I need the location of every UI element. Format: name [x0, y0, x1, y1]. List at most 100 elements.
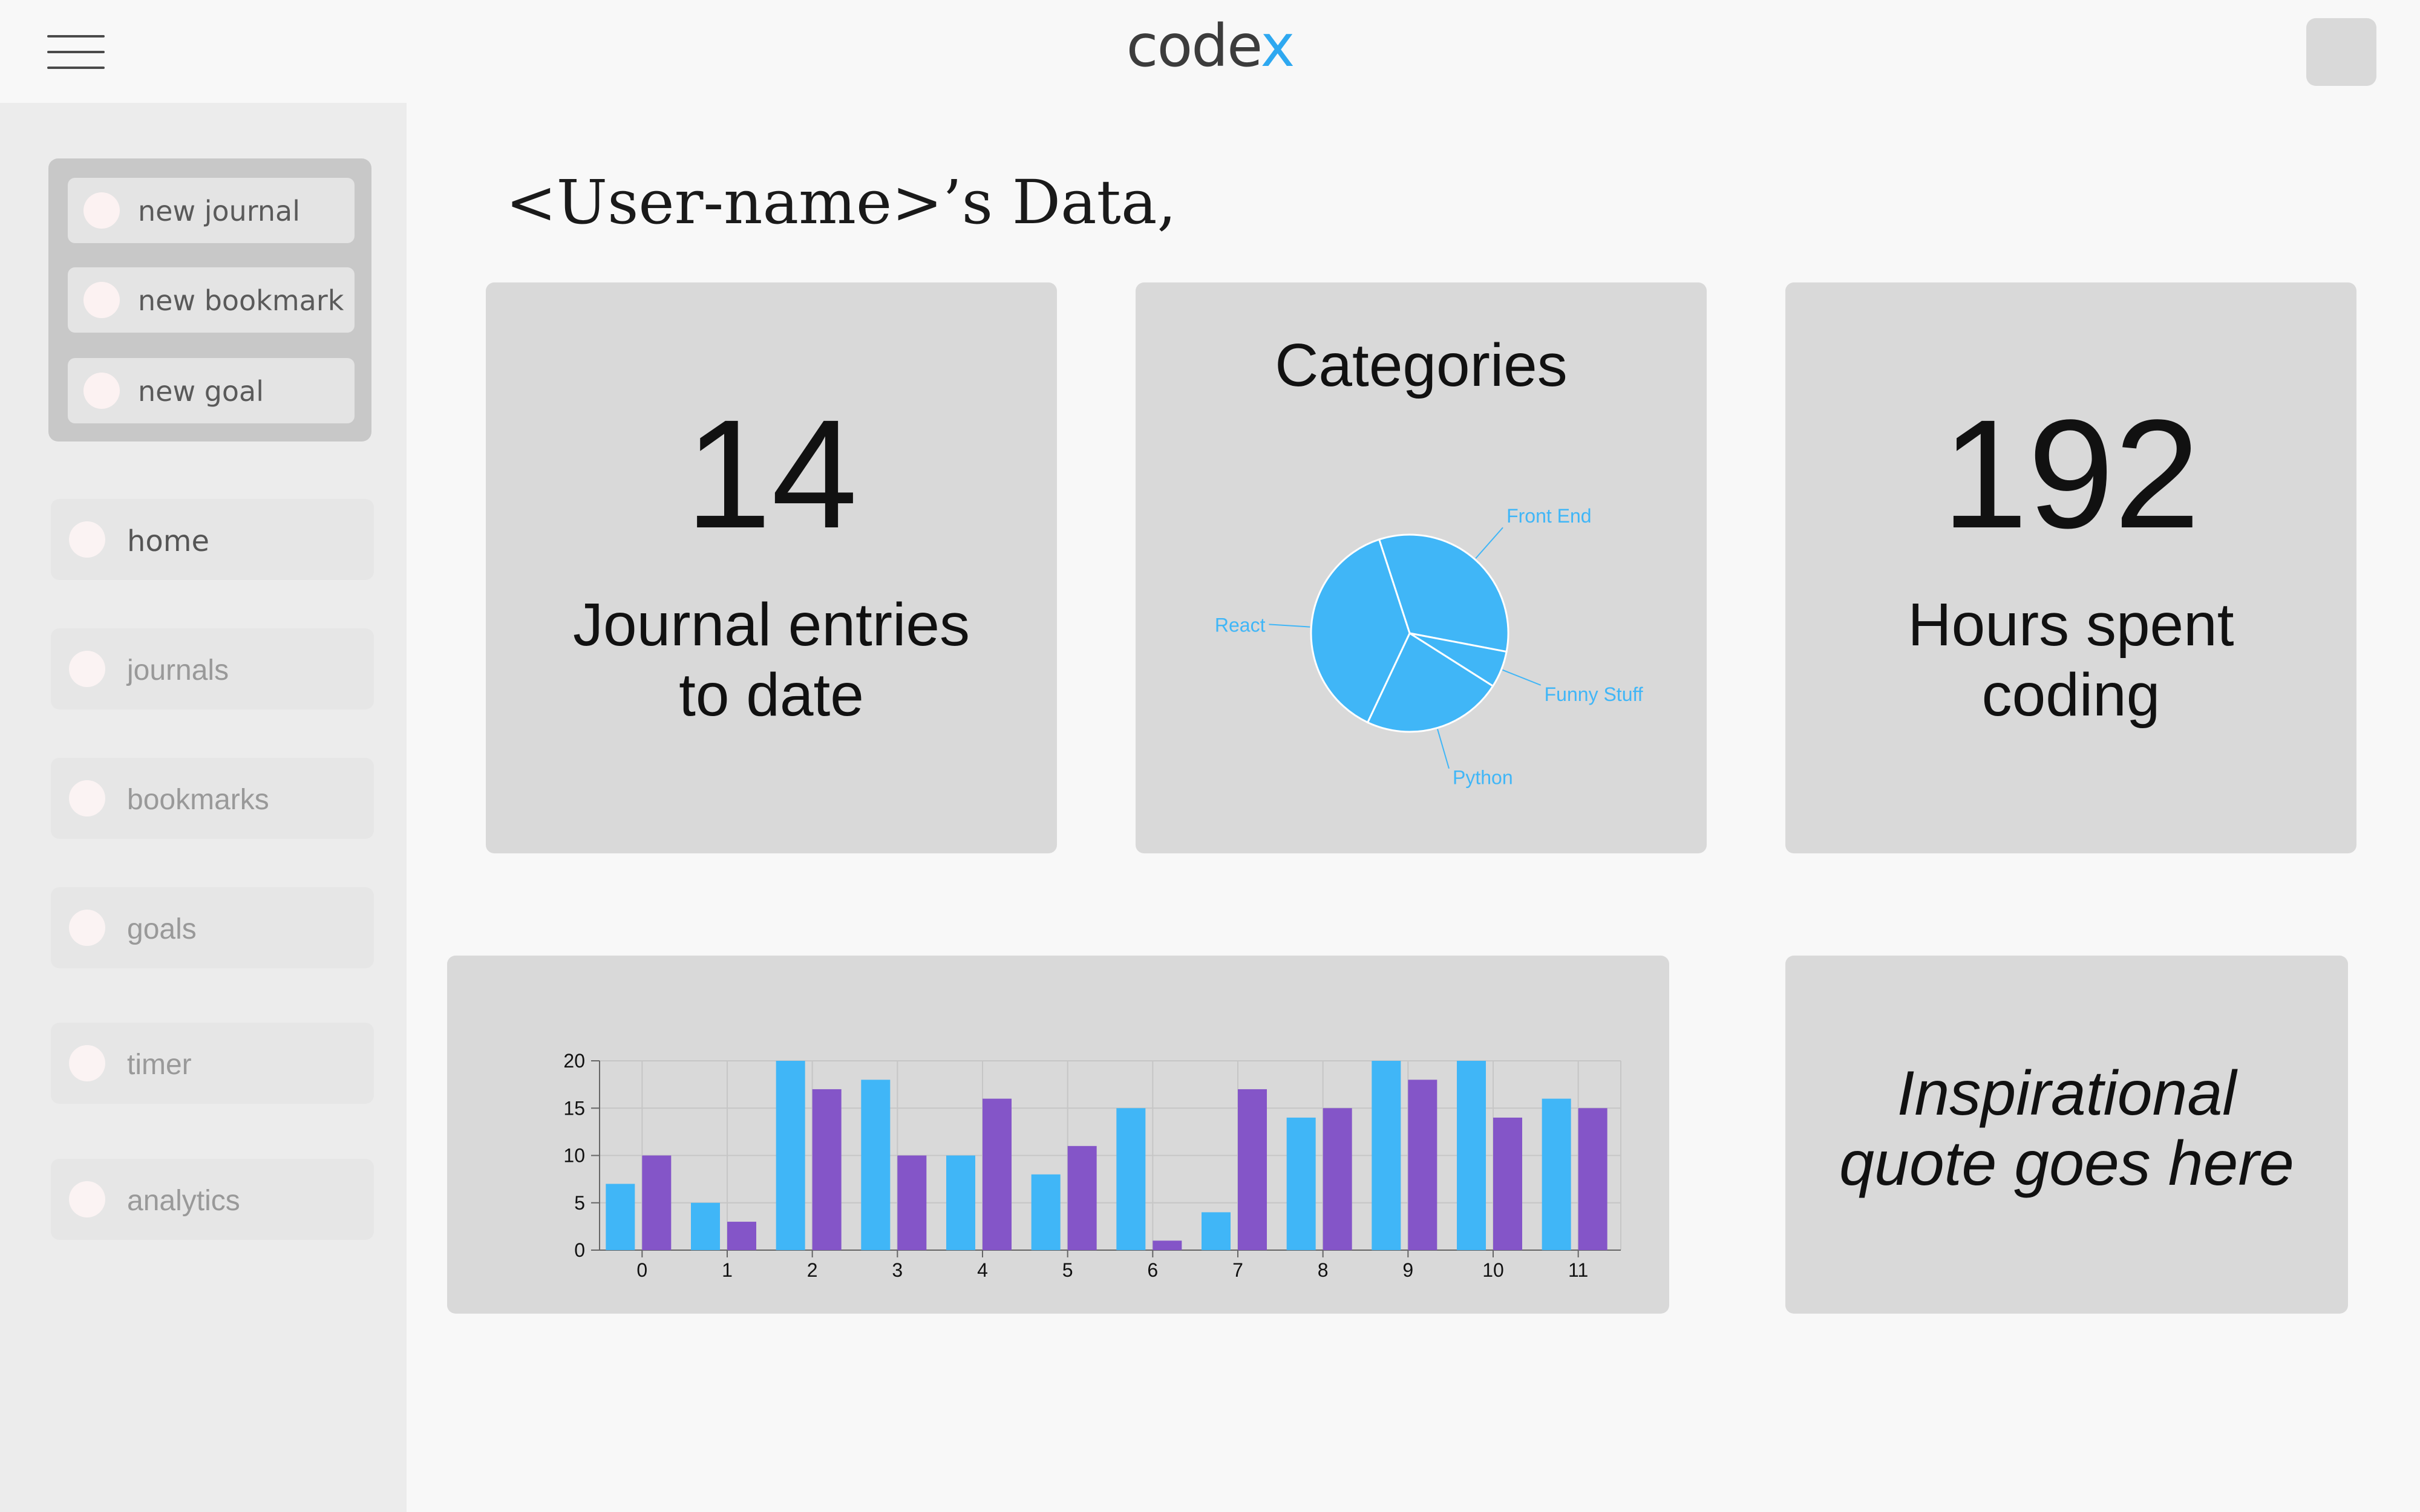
pie-leader-line: [1269, 624, 1310, 628]
x-tick-label: 9: [1402, 1259, 1413, 1281]
x-tick-label: 1: [722, 1259, 733, 1281]
y-tick-label: 0: [574, 1239, 585, 1261]
journals-icon: [69, 651, 105, 687]
x-tick-label: 6: [1147, 1259, 1158, 1281]
avatar[interactable]: [2306, 18, 2376, 86]
sidebar-item-journals[interactable]: journals: [51, 628, 374, 709]
pie-leader-line: [1437, 729, 1450, 769]
bar-series-1: [1542, 1098, 1571, 1250]
bar-series-2: [983, 1098, 1012, 1250]
sidebar-item-label: journals: [127, 654, 229, 686]
sidebar: new journal new bookmark new goal home j…: [0, 103, 407, 1512]
new-bookmark-label: new bookmark: [138, 284, 344, 317]
new-goal-icon: [83, 373, 120, 409]
hours-label-line1: Hours spent: [1908, 591, 2234, 659]
journal-label-line1: Journal entries: [573, 591, 970, 659]
bar-series-1: [861, 1080, 891, 1250]
sidebar-item-analytics[interactable]: analytics: [51, 1159, 374, 1240]
y-tick-label: 10: [563, 1145, 585, 1167]
quote-line1: Inspirational: [1897, 1058, 2237, 1129]
bar-series-1: [1116, 1108, 1146, 1250]
bar-series-1: [776, 1061, 805, 1250]
new-goal-button[interactable]: new goal: [68, 358, 355, 423]
sidebar-item-bookmarks[interactable]: bookmarks: [51, 758, 374, 839]
quote-card: Inspirational quote goes here: [1785, 956, 2348, 1314]
categories-card[interactable]: Categories Front End Funny Stuff Python Rea…: [1136, 282, 1707, 853]
bar-series-1: [1372, 1061, 1401, 1250]
new-bookmark-icon: [83, 282, 120, 318]
bar-series-2: [727, 1222, 756, 1250]
hours-count: 192: [1941, 388, 2200, 561]
pie-leader-line: [1502, 669, 1542, 686]
logo-text: code: [1126, 12, 1262, 80]
sidebar-item-label: timer: [127, 1049, 192, 1081]
logo-accent: x: [1260, 12, 1295, 80]
bar-series-2: [1067, 1145, 1097, 1250]
home-icon: [69, 521, 105, 558]
x-tick-label: 5: [1062, 1259, 1073, 1281]
x-tick-label: 2: [807, 1259, 818, 1281]
bar-series-2: [1153, 1240, 1182, 1250]
x-tick-label: 10: [1482, 1259, 1504, 1281]
pie-label: Front End: [1506, 505, 1592, 527]
y-tick-label: 20: [563, 1050, 585, 1072]
analytics-icon: [69, 1181, 105, 1217]
sidebar-item-label: bookmarks: [127, 784, 269, 816]
activity-bar-chart: 0 5 10 15 20 0 1 2 3 4 5 6 7 8 9 10 11: [563, 1050, 1621, 1281]
bar-series-2: [1578, 1108, 1607, 1250]
activity-chart-card: 0 5 10 15 20 0 1 2 3 4 5 6 7 8 9 10 11: [447, 956, 1669, 1314]
timer-icon: [69, 1045, 105, 1081]
page-title: <User-name>’s Data,: [506, 167, 1177, 238]
bar-series-2: [1238, 1089, 1267, 1250]
bar-series-2: [897, 1155, 927, 1250]
bar-series-1: [1031, 1174, 1061, 1250]
y-tick-label: 5: [574, 1192, 585, 1214]
journal-entries-card[interactable]: 14 Journal entries to date: [486, 282, 1057, 853]
new-bookmark-button[interactable]: new bookmark: [68, 267, 355, 333]
quote-text: Inspirational quote goes here: [1785, 1058, 2348, 1199]
x-tick-label: 3: [892, 1259, 903, 1281]
sidebar-item-timer[interactable]: timer: [51, 1023, 374, 1104]
new-journal-label: new journal: [138, 195, 301, 227]
pie-label: Funny Stuff: [1545, 683, 1643, 705]
sidebar-item-goals[interactable]: goals: [51, 887, 374, 968]
quote-line2: quote goes here: [1839, 1129, 2294, 1199]
bar-series-1: [946, 1155, 975, 1250]
bookmarks-icon: [69, 780, 105, 816]
bar-series-2: [1323, 1108, 1352, 1250]
pie-label: React: [1215, 614, 1266, 636]
x-tick-label: 11: [1568, 1259, 1588, 1281]
x-tick-label: 8: [1318, 1259, 1329, 1281]
bar-series-1: [1457, 1061, 1486, 1250]
bar-series-1: [691, 1202, 720, 1250]
top-bar: codex: [0, 0, 2420, 103]
goals-icon: [69, 910, 105, 946]
new-journal-icon: [83, 192, 120, 229]
x-tick-label: 7: [1232, 1259, 1243, 1281]
bar-series-1: [1202, 1212, 1231, 1250]
bar-series-2: [1408, 1080, 1437, 1250]
journal-count: 14: [685, 388, 858, 561]
bar-series-2: [642, 1155, 672, 1250]
x-tick-label: 0: [636, 1259, 647, 1281]
new-journal-button[interactable]: new journal: [68, 178, 355, 243]
sidebar-item-home[interactable]: home: [51, 499, 374, 580]
hours-label-line2: coding: [1981, 661, 2160, 729]
bar-series-2: [1493, 1117, 1522, 1250]
x-tick-label: 4: [977, 1259, 988, 1281]
app-logo[interactable]: codex: [1028, 12, 1392, 80]
quick-actions-panel: new journal new bookmark new goal: [48, 158, 371, 442]
bar-series-1: [1286, 1117, 1316, 1250]
hours-coding-card[interactable]: 192 Hours spent coding: [1785, 282, 2356, 853]
bar-series-2: [812, 1089, 842, 1250]
pie-label: Python: [1453, 767, 1513, 789]
categories-pie-chart: Front End Funny Stuff Python React: [1215, 505, 1643, 789]
sidebar-item-label: analytics: [127, 1185, 240, 1217]
menu-icon[interactable]: [47, 35, 105, 69]
new-goal-label: new goal: [138, 375, 264, 408]
pie-leader-line: [1475, 527, 1503, 559]
journal-label-line2: to date: [679, 661, 864, 729]
bar-series-1: [606, 1184, 635, 1250]
y-tick-label: 15: [563, 1097, 585, 1119]
sidebar-item-label: goals: [127, 913, 197, 945]
